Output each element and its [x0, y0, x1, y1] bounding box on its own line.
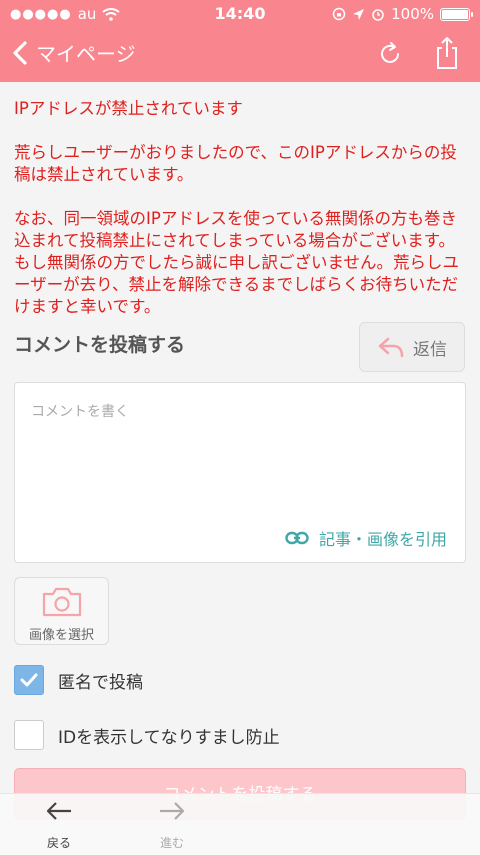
show-id-checkbox[interactable] [14, 720, 44, 750]
browser-forward-label: 進む [159, 836, 184, 850]
show-id-label: IDを表示してなりすまし防止 [58, 727, 280, 748]
camera-icon [42, 587, 81, 617]
ip-ban-warning: IPアドレスが禁止されています 荒らしユーザーがおりましたので、このIPアドレス… [14, 98, 468, 318]
bottom-toolbar: 戻る 進む [0, 793, 480, 855]
nav-bar: マイページ [0, 28, 480, 82]
browser-back-label: 戻る [46, 836, 71, 850]
quote-label: 記事・画像を引用 [318, 530, 447, 549]
select-image-button[interactable]: 画像を選択 [14, 577, 109, 645]
anonymous-label: 匿名で投稿 [58, 672, 143, 693]
anonymous-checkbox[interactable] [14, 665, 44, 695]
alarm-icon [372, 9, 384, 21]
comment-section-title: コメントを投稿する [14, 334, 186, 356]
warning-paragraph-1: 荒らしユーザーがおりましたので、このIPアドレスからの投稿は禁止されています。 [14, 143, 457, 184]
reply-button[interactable]: 返信 [359, 322, 465, 372]
warning-paragraph-2: なお、同一領域のIPアドレスを使っている無関係の方も巻き込まれて投稿禁止にされて… [14, 209, 460, 316]
reply-label: 返信 [413, 339, 447, 360]
show-id-option[interactable]: IDを表示してなりすまし防止 [14, 720, 280, 750]
back-label: マイページ [36, 42, 136, 66]
reload-icon[interactable] [376, 40, 404, 68]
anonymous-option[interactable]: 匿名で投稿 [14, 665, 143, 695]
browser-forward-button[interactable]: 進む [142, 800, 202, 851]
battery-percent: 100% [391, 5, 434, 23]
top-bar: ●●●●● au 14:40 100% マイページ [0, 0, 480, 82]
browser-back-button[interactable]: 戻る [29, 800, 89, 851]
status-bar: ●●●●● au 14:40 100% [0, 0, 480, 28]
reply-icon [378, 337, 404, 358]
share-icon[interactable] [434, 36, 460, 70]
link-icon [285, 531, 309, 545]
arrow-left-icon [46, 802, 71, 820]
select-image-label: 画像を選択 [28, 628, 94, 643]
battery-icon [440, 7, 473, 21]
rotation-lock-icon [332, 7, 346, 21]
quote-article-image-link[interactable]: 記事・画像を引用 [285, 526, 447, 550]
warning-title: IPアドレスが禁止されています [14, 99, 243, 118]
back-to-mypage-button[interactable]: マイページ [10, 38, 136, 67]
checkmark-icon [20, 673, 38, 687]
location-icon [353, 8, 365, 20]
comment-input[interactable] [15, 383, 465, 513]
comment-box: 記事・画像を引用 [14, 382, 466, 563]
chevron-left-icon [13, 40, 27, 65]
arrow-right-icon [160, 802, 185, 820]
